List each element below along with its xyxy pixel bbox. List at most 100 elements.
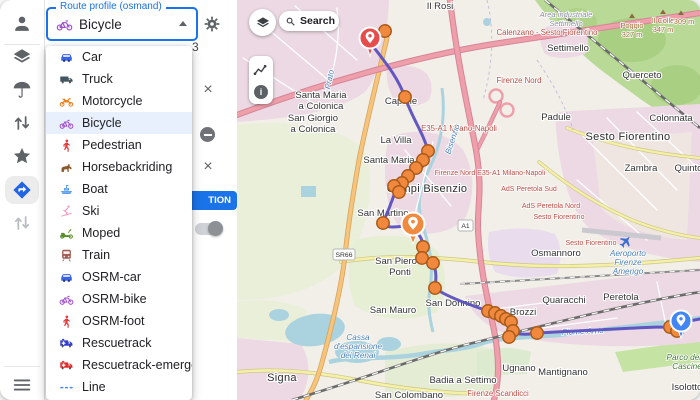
minus-circle-icon[interactable]	[200, 127, 215, 142]
menu-item-line[interactable]: Line	[46, 376, 192, 398]
map-road-label: Sesto Fiorentino	[566, 240, 617, 247]
sidebar-item-trips[interactable]	[11, 112, 33, 134]
map-label: Amerigo	[612, 267, 644, 276]
measure-route-button[interactable]	[252, 61, 270, 79]
menu-item-boat[interactable]: Boat	[46, 178, 192, 200]
sidebar-item-favorites[interactable]	[11, 145, 33, 167]
ambulance-icon	[59, 358, 74, 373]
map-label: 309 m	[674, 17, 695, 26]
toggle-switch[interactable]	[195, 223, 222, 235]
map-label: Parco delle	[667, 353, 700, 362]
bicycle-icon	[59, 292, 74, 307]
map-label: Quaracchi	[542, 295, 585, 306]
ski-icon	[59, 204, 74, 219]
menu-item-osrm-foot[interactable]: OSRM-foot	[46, 310, 192, 332]
divider	[4, 44, 40, 45]
map-road-label: Firenze Nord	[496, 76, 541, 85]
map-road-label: Sesto Fiorentino	[534, 214, 585, 221]
menu-item-label: Moped	[82, 226, 120, 240]
map-label: Peretola	[603, 292, 639, 303]
map-label: Ugnano	[502, 363, 535, 374]
sidebar-item-routes[interactable]	[11, 212, 33, 234]
menu-item-motorcycle[interactable]: Motorcycle	[46, 90, 192, 112]
sidebar-item-weather[interactable]	[11, 79, 33, 101]
car-icon	[59, 50, 74, 65]
sidebar-item-layers[interactable]	[11, 46, 33, 68]
horse-icon	[59, 160, 74, 175]
menu-item-label: Rescuetrack-emergency	[82, 358, 192, 372]
map-label: Quinto Basso	[674, 163, 700, 174]
menu-item-label: OSRM-car	[82, 270, 141, 284]
info-button[interactable]: i	[254, 85, 268, 99]
menu-item-truck[interactable]: Truck	[46, 68, 192, 90]
layers-icon	[11, 46, 33, 68]
map-label: Colonnata	[649, 113, 693, 124]
divider	[4, 366, 40, 367]
menu-item-pedestrian[interactable]: Pedestrian	[46, 134, 192, 156]
menu-item-horsebackriding[interactable]: Horsebackriding	[46, 156, 192, 178]
route-profile-menu[interactable]: Car Truck Motorcycle Bicycle Pedestrian …	[46, 46, 192, 400]
caret-up-icon	[179, 21, 187, 26]
add-destination-button[interactable]: TION	[190, 191, 237, 210]
menu-item-bicycle[interactable]: Bicycle	[46, 112, 192, 134]
map-label: Santa Maria	[295, 90, 347, 101]
account-icon	[11, 13, 33, 35]
map-layers-button[interactable]	[249, 9, 276, 36]
menu-item-label: Car	[82, 50, 102, 64]
close-icon[interactable]: ×	[201, 160, 215, 174]
sidebar-item-directions[interactable]	[11, 179, 33, 201]
button-label-fragment: TION	[208, 195, 231, 206]
menu-item-rescuetrack[interactable]: Rescuetrack	[46, 332, 192, 354]
menu-item-label: Truck	[82, 72, 113, 86]
map-label: Mantignano	[538, 367, 588, 378]
menu-item-car[interactable]: Car	[46, 46, 192, 68]
map-label: Osmannoro	[531, 248, 581, 259]
menu-item-label: Horsebackriding	[82, 160, 172, 174]
map-label: San Giorgio	[288, 113, 338, 124]
menu-icon	[11, 374, 33, 396]
swap-routes-icon	[11, 112, 33, 134]
bicycle-icon	[59, 116, 74, 131]
road-ref: A1	[461, 223, 470, 230]
route-profile-select[interactable]: Route profile (osmand) Bicycle	[46, 7, 198, 41]
map-label: Firenze	[614, 258, 642, 267]
menu-item-osrm-car[interactable]: OSRM-car	[46, 266, 192, 288]
map-road-label: Firenze Scandicci	[467, 389, 529, 398]
app-window: Il Rosi Settimello Querceto Colonnata Se…	[0, 0, 700, 400]
menu-item-label: OSRM-foot	[82, 314, 145, 328]
map-canvas: Il Rosi Settimello Querceto Colonnata Se…	[237, 0, 700, 400]
ambulance-icon	[59, 336, 74, 351]
map-search[interactable]: Search	[279, 11, 339, 31]
map-water-label: Cassa	[346, 333, 370, 342]
menu-item-label: OSRM-bike	[82, 292, 147, 306]
gear-icon	[203, 15, 221, 33]
sidebar	[0, 0, 45, 400]
map-label: Zambra	[625, 163, 658, 174]
sidebar-item-menu[interactable]	[11, 374, 33, 396]
menu-item-ski[interactable]: Ski	[46, 200, 192, 222]
menu-item-osrm-bike[interactable]: OSRM-bike	[46, 288, 192, 310]
map-water-label: d'espansione	[334, 342, 382, 351]
map-label: Il Colle	[652, 16, 675, 25]
menu-item-rescuetrack-emergency[interactable]: Rescuetrack-emergency	[46, 354, 192, 376]
menu-item-train[interactable]: Train	[46, 244, 192, 266]
map-label: San Mauro	[370, 305, 416, 316]
map[interactable]: Il Rosi Settimello Querceto Colonnata Se…	[237, 0, 700, 400]
search-label: Search	[300, 15, 335, 27]
map-label: Badia a Settimo	[429, 375, 496, 386]
directions-icon	[11, 179, 33, 201]
map-water-label: dei Renai	[341, 351, 376, 360]
map-label: Il Rosi	[427, 1, 453, 12]
menu-item-moped[interactable]: Moped	[46, 222, 192, 244]
map-label: a Colonica	[291, 124, 337, 135]
sidebar-item-account[interactable]	[11, 13, 33, 35]
dashed-line-icon	[59, 380, 74, 395]
map-label: a Colonica	[299, 101, 345, 112]
map-label: La Villa	[381, 135, 413, 146]
map-label: Poggio	[620, 21, 643, 30]
pedestrian-icon	[59, 314, 74, 329]
close-icon[interactable]: ×	[201, 83, 215, 97]
train-icon	[59, 248, 74, 263]
menu-item-label: Rescuetrack	[82, 336, 151, 350]
settings-button[interactable]	[203, 15, 221, 33]
